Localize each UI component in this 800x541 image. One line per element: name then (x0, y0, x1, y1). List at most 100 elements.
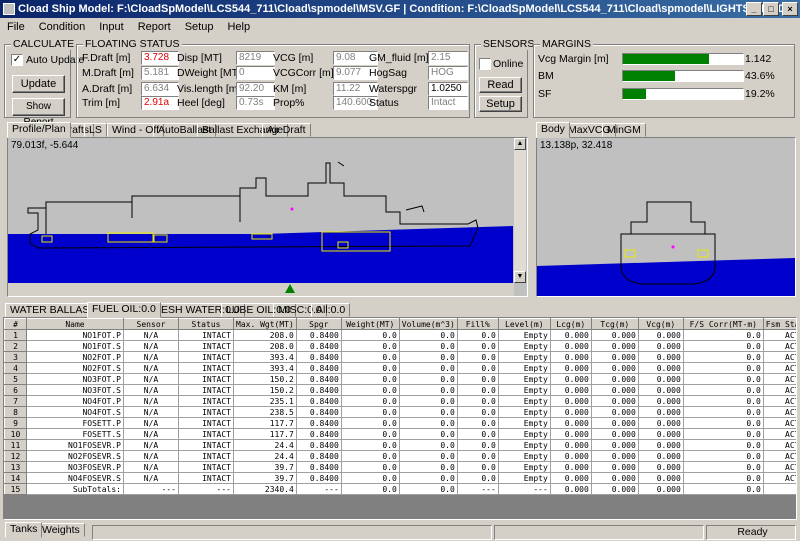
table-row[interactable]: 10 FOSETT.S N/A INTACT 117.7 0.8400 0.0 0.0 0.0 E… (4, 428, 796, 440)
column-header[interactable]: Tcg(m) (590, 318, 639, 330)
table-cell[interactable]: 0.000 (590, 450, 639, 462)
table-cell[interactable]: 0.0 (682, 428, 764, 440)
table-cell[interactable]: N/A (123, 373, 179, 385)
table-cell[interactable]: 0.0 (340, 461, 400, 473)
maximize-button[interactable]: □ (763, 2, 779, 16)
row-number[interactable]: 11 (4, 439, 27, 451)
table-row[interactable]: 4 NO2FOT.S N/A INTACT 393.4 0.8400 0.0 0.0 0.0 Em… (4, 362, 796, 374)
table-cell[interactable]: 0.0 (682, 384, 764, 396)
table-cell[interactable]: 0.0 (398, 384, 458, 396)
show-report-button[interactable]: Show Report (12, 98, 65, 128)
table-cell[interactable]: 0.0 (398, 351, 458, 363)
tab-fuel-oil[interactable]: FUEL OIL:0.0 (87, 302, 161, 318)
table-cell[interactable]: Empty (497, 472, 551, 484)
table-cell[interactable]: 0.0 (682, 351, 764, 363)
menu-input[interactable]: Input (92, 18, 130, 36)
table-cell[interactable]: 39.7 (233, 472, 297, 484)
table-cell[interactable]: 0.0 (398, 329, 458, 341)
row-number[interactable]: 3 (4, 351, 27, 363)
table-cell[interactable]: N/A (123, 395, 179, 407)
column-header[interactable]: Lcg(m) (549, 318, 592, 330)
table-cell[interactable]: 0.0 (456, 395, 499, 407)
table-cell[interactable]: N/A (123, 406, 179, 418)
table-cell[interactable]: 0.0 (682, 439, 764, 451)
table-cell[interactable]: INTACT (178, 329, 234, 341)
table-cell[interactable]: ACTUAL (762, 450, 796, 462)
table-cell[interactable]: 0.0 (340, 395, 400, 407)
table-cell[interactable]: 0.0 (456, 340, 499, 352)
table-row[interactable]: 6 NO3FOT.S N/A INTACT 150.2 0.8400 0.0 0.0 0.0 Em… (4, 384, 796, 396)
table-cell[interactable]: 150.2 (233, 373, 297, 385)
column-header[interactable]: Spgr (295, 318, 342, 330)
table-cell[interactable]: 0.0 (340, 351, 400, 363)
table-cell[interactable]: INTACT (178, 395, 234, 407)
table-cell[interactable]: INTACT (178, 439, 234, 451)
table-cell[interactable]: Empty (497, 362, 551, 374)
table-cell[interactable]: 0.000 (637, 340, 684, 352)
table-cell[interactable]: ACTUAL (762, 472, 796, 484)
minimize-button[interactable]: _ (746, 2, 762, 16)
column-header[interactable]: Fill% (456, 318, 499, 330)
table-cell[interactable]: 0.0 (398, 406, 458, 418)
table-cell[interactable]: N/A (123, 340, 179, 352)
table-cell[interactable]: N/A (123, 461, 179, 473)
table-cell[interactable]: 0.000 (549, 439, 592, 451)
table-row[interactable]: 5 NO3FOT.P N/A INTACT 150.2 0.8400 0.0 0.0 0.0 Em… (4, 373, 796, 385)
profile-view[interactable]: 79.013f, -5.644 ▲ ▼ (7, 137, 528, 297)
table-cell[interactable]: Empty (497, 450, 551, 462)
table-cell[interactable]: ACTUAL (762, 340, 796, 352)
table-cell[interactable]: 208.0 (233, 340, 297, 352)
table-cell[interactable]: 0.000 (590, 439, 639, 451)
row-number[interactable]: 9 (4, 417, 27, 429)
column-header[interactable]: Weight(MT) (340, 318, 400, 330)
table-cell[interactable]: ACTUAL (762, 373, 796, 385)
table-cell[interactable]: 0.000 (549, 417, 592, 429)
table-row[interactable]: 11 NO1FOSEVR.P N/A INTACT 24.4 0.8400 0.0 0.0 0.… (4, 439, 796, 451)
online-checkbox[interactable] (479, 58, 491, 70)
table-cell[interactable]: 0.0 (340, 340, 400, 352)
table-row[interactable]: 8 NO4FOT.S N/A INTACT 238.5 0.8400 0.0 0.0 0.0 Em… (4, 406, 796, 418)
table-cell[interactable]: 0.0 (456, 461, 499, 473)
table-cell[interactable]: NO4FOSEVR.S (26, 472, 124, 484)
table-cell[interactable]: 0.0 (340, 472, 400, 484)
table-cell[interactable]: 117.7 (233, 428, 297, 440)
table-cell[interactable]: --- (295, 483, 342, 495)
table-cell[interactable]: N/A (123, 362, 179, 374)
table-cell[interactable]: NO4FOT.S (26, 406, 124, 418)
row-number[interactable]: 15 (4, 483, 27, 495)
table-cell[interactable]: ACTUAL (762, 395, 796, 407)
table-cell[interactable]: N/A (123, 472, 179, 484)
table-cell[interactable]: 0.0 (398, 439, 458, 451)
column-header[interactable]: Name (26, 318, 124, 330)
table-cell[interactable]: 0.8400 (295, 417, 342, 429)
table-cell[interactable]: 0.0 (682, 450, 764, 462)
table-cell[interactable]: 0.000 (549, 351, 592, 363)
close-button[interactable]: × (782, 2, 798, 16)
table-cell[interactable]: 0.0 (398, 395, 458, 407)
table-cell[interactable]: N/A (123, 450, 179, 462)
table-cell[interactable]: ACTUAL (762, 461, 796, 473)
table-cell[interactable]: NO2FOT.S (26, 362, 124, 374)
table-cell[interactable]: NO1FOT.P (26, 329, 124, 341)
table-cell[interactable]: 0.0 (398, 417, 458, 429)
table-cell[interactable]: 0.0 (682, 329, 764, 341)
table-cell[interactable]: 0.000 (590, 362, 639, 374)
table-cell[interactable]: ACTUAL (762, 406, 796, 418)
table-cell[interactable]: 0.0 (456, 406, 499, 418)
table-cell[interactable]: 0.0 (456, 428, 499, 440)
table-cell[interactable]: 0.0 (340, 406, 400, 418)
table-cell[interactable]: Empty (497, 340, 551, 352)
table-cell[interactable]: 150.2 (233, 384, 297, 396)
column-header[interactable]: Sensor (123, 318, 179, 330)
column-header[interactable]: Status (178, 318, 234, 330)
table-row[interactable]: 15 SubTotals: --- --- 2340.4 --- 0.0 0.0 --- --- 0… (4, 483, 796, 495)
table-cell[interactable]: 0.0 (682, 373, 764, 385)
table-cell[interactable]: NO3FOT.P (26, 373, 124, 385)
table-cell[interactable]: FOSETT.S (26, 428, 124, 440)
table-cell[interactable]: 0.000 (637, 373, 684, 385)
table-cell[interactable]: 2340.4 (233, 483, 297, 495)
table-cell[interactable]: 0.8400 (295, 384, 342, 396)
table-cell[interactable]: 39.7 (233, 461, 297, 473)
table-cell[interactable]: 0.000 (637, 329, 684, 341)
table-cell[interactable]: 0.0 (340, 439, 400, 451)
